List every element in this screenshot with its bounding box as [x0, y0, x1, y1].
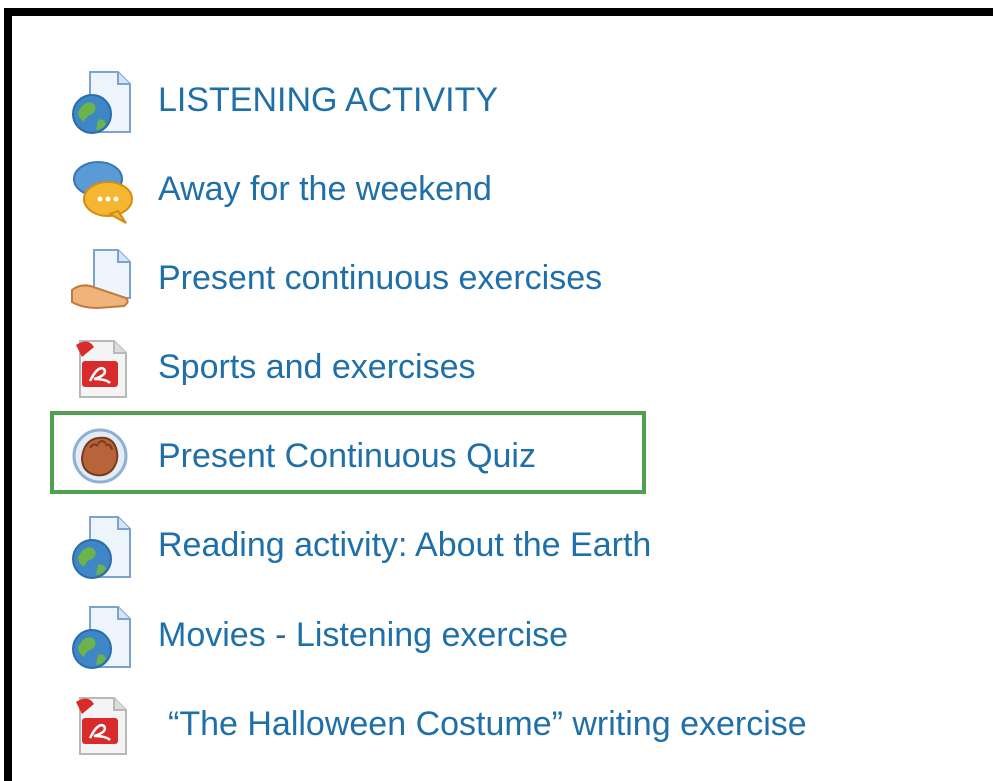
chat-bubbles-icon	[68, 157, 136, 225]
selection-highlight	[50, 411, 646, 494]
activity-link[interactable]: Present continuous exercises	[158, 258, 602, 298]
activity-item-present-continuous-exercises[interactable]: Present continuous exercises	[0, 240, 993, 320]
activity-item-away-weekend[interactable]: Away for the weekend	[0, 151, 993, 231]
activity-link[interactable]: LISTENING ACTIVITY	[158, 80, 498, 120]
pdf-file-icon	[68, 335, 136, 403]
pdf-file-icon	[68, 692, 136, 760]
activity-item-movies-listening[interactable]: Movies - Listening exercise	[0, 597, 993, 677]
activity-link[interactable]: “The Halloween Costume” writing exercise	[168, 704, 807, 744]
activity-list: LISTENING ACTIVITY Away for the weekend …	[0, 0, 993, 781]
activity-link[interactable]: Away for the weekend	[158, 169, 492, 209]
activity-item-sports-exercises[interactable]: Sports and exercises	[0, 329, 993, 409]
web-page-icon	[68, 513, 136, 581]
activity-link[interactable]: Sports and exercises	[158, 347, 476, 387]
activity-item-listening[interactable]: LISTENING ACTIVITY	[0, 62, 993, 142]
activity-item-halloween-costume[interactable]: “The Halloween Costume” writing exercise	[0, 686, 993, 766]
activity-link[interactable]: Reading activity: About the Earth	[158, 525, 651, 565]
web-page-icon	[68, 603, 136, 671]
assignment-hand-icon	[68, 246, 136, 314]
activity-item-reading-earth[interactable]: Reading activity: About the Earth	[0, 507, 993, 587]
activity-link[interactable]: Movies - Listening exercise	[158, 615, 568, 655]
web-page-icon	[68, 68, 136, 136]
